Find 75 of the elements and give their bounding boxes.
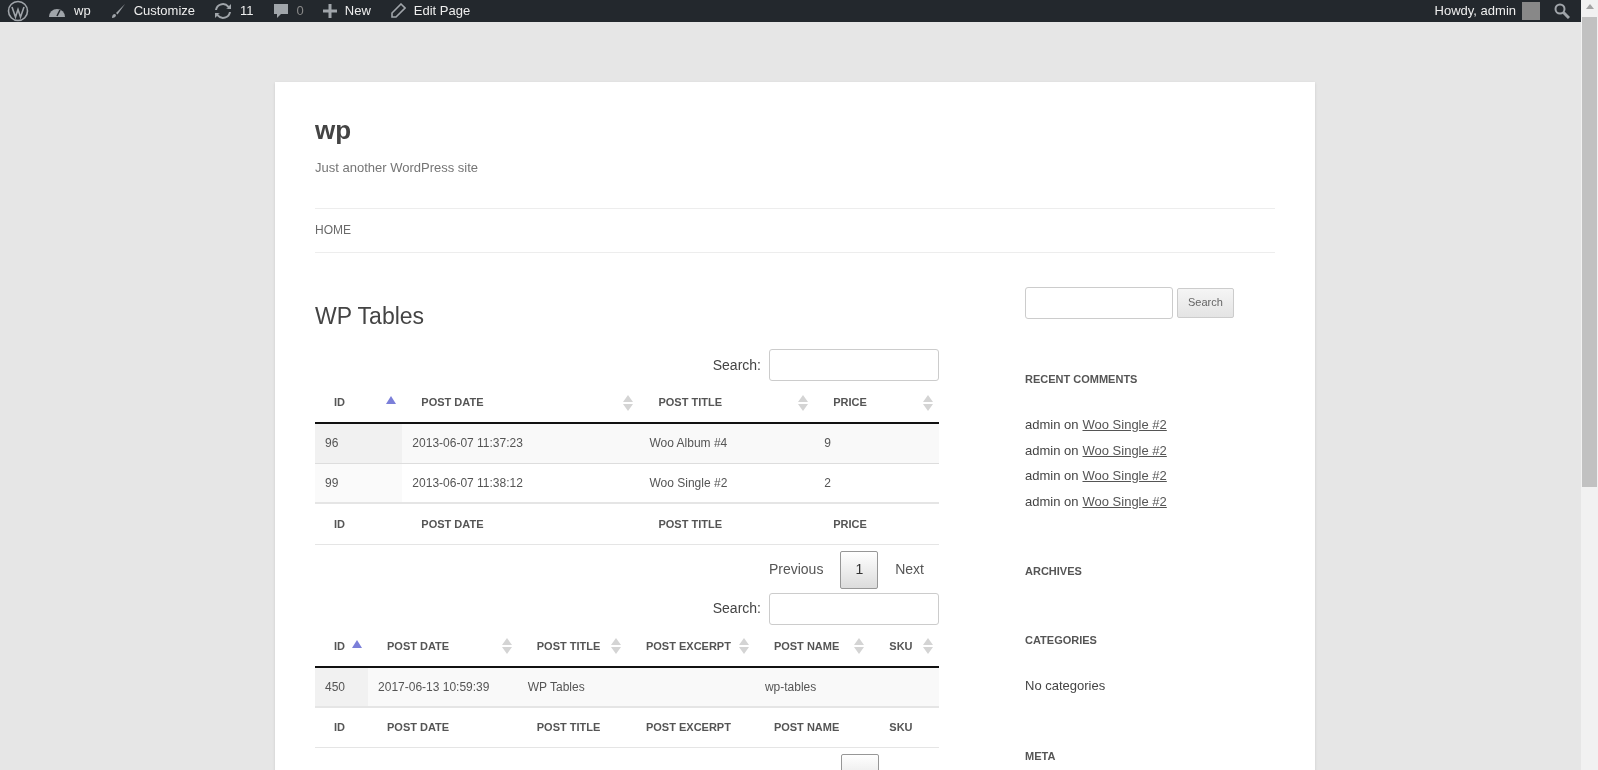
table-cell: 99 [315, 463, 403, 503]
comment-icon [272, 3, 289, 19]
comment-author: admin on [1025, 441, 1079, 460]
column-footer: ID [315, 706, 369, 748]
table-cell: 2013-06-07 11:37:23 [402, 423, 640, 463]
scrollbar-thumb[interactable] [1582, 17, 1597, 487]
column-footer: SKU [870, 706, 939, 748]
table-cell: 2013-06-07 11:38:12 [402, 463, 640, 503]
table-cell: 2017-06-13 10:59:39 [368, 666, 518, 707]
previous-button[interactable]: Previous [753, 550, 839, 589]
comment-link[interactable]: Woo Single #2 [1082, 415, 1167, 435]
column-header[interactable]: POST DATE [402, 383, 640, 423]
column-header[interactable]: POST EXCERPT [626, 626, 755, 667]
column-footer: POST TITLE [639, 503, 815, 544]
column-header[interactable]: SKU [870, 626, 939, 667]
sidebar-search-field[interactable] [1025, 286, 1173, 319]
wordpress-logo-icon[interactable] [7, 0, 29, 22]
column-header[interactable]: ID [315, 626, 369, 667]
column-header[interactable]: ID [315, 383, 403, 423]
table-cell: 2 [814, 463, 939, 503]
next-button[interactable]: Next [880, 550, 939, 589]
comment-link[interactable]: Woo Single #2 [1082, 440, 1167, 460]
table-cell: WP Tables [517, 666, 627, 707]
column-footer: POST NAME [754, 706, 871, 748]
admin-bar-link[interactable]: Edit Page [389, 1, 471, 21]
site-title[interactable]: wp [315, 112, 1275, 148]
admin-bar-link[interactable]: wp [48, 1, 91, 21]
column-footer: POST DATE [402, 503, 640, 544]
column-header[interactable]: POST TITLE [517, 626, 627, 667]
comment-link[interactable]: Woo Single #2 [1082, 466, 1167, 486]
column-footer: POST EXCERPT [626, 706, 755, 748]
search-icon[interactable] [1554, 3, 1570, 19]
table-search-field[interactable] [769, 592, 939, 625]
admin-bar-link[interactable]: 0 [272, 1, 304, 21]
comment-author: admin on [1025, 492, 1079, 511]
table-cell: Woo Single #2 [639, 463, 815, 503]
table-cell: Woo Album #4 [639, 423, 815, 463]
scrollbar[interactable] [1581, 0, 1598, 770]
site-tagline: Just another WordPress site [315, 159, 480, 177]
table-cell: 9 [814, 423, 939, 463]
widget-title: META [1025, 748, 1057, 764]
plus-icon [322, 4, 337, 18]
column-footer: POST TITLE [517, 706, 627, 748]
column-footer: PRICE [814, 503, 939, 544]
page-button[interactable]: 1 [840, 550, 879, 589]
search-button[interactable]: Search [1177, 287, 1234, 318]
column-header[interactable]: POST TITLE [639, 383, 815, 423]
search-label: Search: [712, 355, 761, 375]
pencil-icon [389, 3, 406, 19]
table-cell: 96 [315, 423, 403, 463]
column-header[interactable]: POST DATE [368, 626, 518, 667]
column-header[interactable]: POST NAME [754, 626, 871, 667]
table-cell: 450 [315, 666, 369, 707]
admin-bar-link[interactable]: 11 [214, 1, 254, 21]
comment-author: admin on [1025, 416, 1079, 434]
admin-bar-link[interactable]: Customize [109, 1, 196, 21]
comment-link[interactable]: Woo Single #2 [1082, 491, 1167, 511]
table-cell: wp-tables [754, 666, 871, 707]
nav-link[interactable]: HOME [315, 221, 351, 239]
refresh-icon [214, 3, 233, 19]
admin-bar-link[interactable]: New [322, 1, 371, 21]
account-link[interactable]: Howdy, admin [1434, 1, 1540, 21]
widget-title: RECENT COMMENTS [1025, 371, 1139, 387]
widget-title: ARCHIVES [1025, 564, 1083, 579]
table-search-field[interactable] [769, 349, 939, 381]
search-label: Search: [712, 599, 761, 618]
scroll-up-icon[interactable] [1585, 4, 1594, 9]
avatar-placeholder [1522, 2, 1540, 20]
widget-title: CATEGORIES [1025, 632, 1098, 648]
column-footer: ID [315, 503, 403, 544]
widget-text: No categories [1025, 677, 1107, 695]
column-header[interactable]: PRICE [814, 383, 939, 423]
column-footer: POST DATE [368, 706, 518, 748]
page-title: WP Tables [315, 301, 426, 331]
comment-author: admin on [1025, 467, 1079, 485]
